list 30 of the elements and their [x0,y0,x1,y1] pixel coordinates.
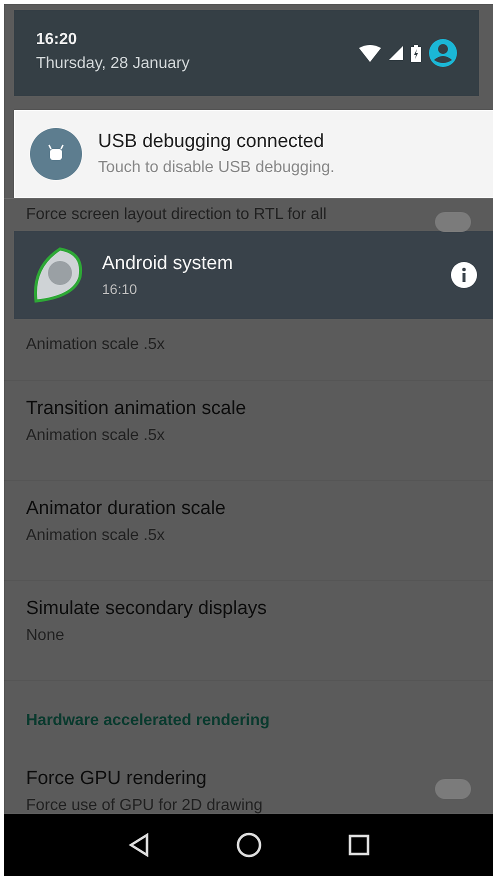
back-icon[interactable] [126,833,151,857]
notification-card[interactable]: USB debugging connected Touch to disable USB debugging. [14,110,493,198]
setting-title[interactable]: Transition animation scale [26,395,246,424]
setting-subtitle: Animation scale .5x [26,526,166,546]
clock-time: 16:20 [36,30,78,50]
signal-icon [389,46,403,60]
home-icon[interactable] [236,832,262,858]
notification-text: 16:10 [102,280,138,299]
section-header: Hardware accelerated rendering [25,711,271,731]
setting-subtitle: None [26,626,66,646]
setting-title[interactable]: Animator duration scale [26,495,226,524]
user-avatar-icon[interactable] [429,39,457,67]
setting-subtitle: Force screen layout direction to RTL for all [26,205,327,225]
setting-title[interactable]: Force GPU rendering [26,765,263,794]
recent-apps-icon[interactable] [348,834,370,856]
setting-subtitle: Force use of GPU for 2D drawing [26,796,263,816]
date-text: Thursday, 28 January [36,54,190,74]
setting-subtitle: Animation scale .5x [26,426,166,446]
android-robot-icon [30,128,82,180]
setting-title[interactable]: Simulate secondary displays [26,595,267,624]
notification-card[interactable]: Android system 16:10 [14,231,493,319]
notification-title: USB debugging connected [98,130,326,154]
wifi-icon [359,44,381,62]
toggle-switch[interactable] [435,212,471,232]
info-icon[interactable] [451,262,477,288]
battery-icon [411,44,421,62]
toggle-switch[interactable] [435,779,471,799]
setting-subtitle: Animation scale .5x [26,335,165,355]
notification-text: Touch to disable USB debugging. [98,158,336,178]
notification-title: Android system [102,252,234,276]
